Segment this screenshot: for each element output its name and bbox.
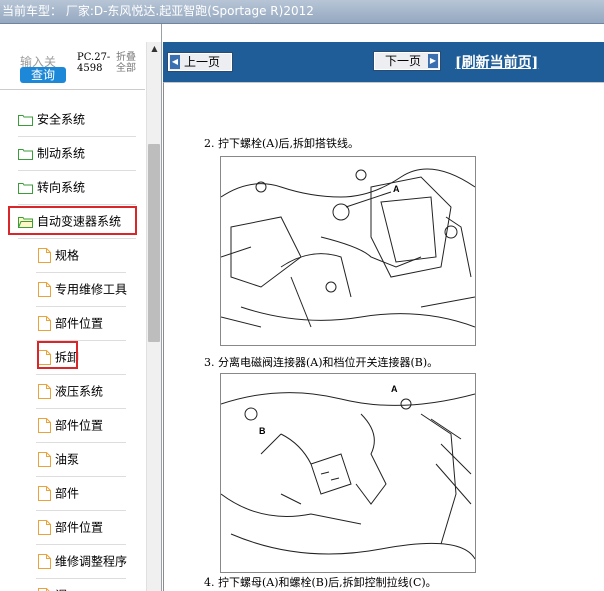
folder-icon <box>18 114 33 126</box>
tree-separator <box>36 306 126 307</box>
tree-doc-item[interactable]: 部件位置 <box>38 312 103 334</box>
arrow-left-icon: ◀ <box>170 55 180 69</box>
tree-separator <box>18 204 136 205</box>
tree-item-label: 制动系统 <box>37 146 86 161</box>
document-icon <box>38 316 51 331</box>
code-text: PC.27- 4598 <box>77 52 110 74</box>
document-icon <box>38 486 51 501</box>
scroll-up-icon[interactable]: ▲ <box>147 42 161 56</box>
step-3-text: 3. 分离电磁阀连接器(A)和档位开关连接器(B)。 <box>204 356 439 369</box>
figure-2-label-b: B <box>259 426 266 436</box>
fold-line-1: 折叠 <box>116 52 136 63</box>
step-4-text: 4. 拧下螺母(A)和螺栓(B)后,拆卸控制拉线(C)。 <box>204 576 437 589</box>
tree-doc-item[interactable]: 部件 <box>38 482 79 504</box>
folder-icon <box>18 148 33 160</box>
tree-separator <box>18 238 136 239</box>
figure-ground-wire: A <box>220 156 476 346</box>
search-button[interactable]: 查询 <box>20 67 66 83</box>
tree-doc-item[interactable]: 维修调整程序 <box>38 550 127 572</box>
document-icon <box>38 452 51 467</box>
search-area: 输入关 查询 PC.27- 4598 折叠 全部 <box>0 24 145 90</box>
arrow-right-icon: ▶ <box>428 54 438 68</box>
window-title: 当前车型： 厂家:D-东风悦达.起亚智跑(Sportage R)2012 <box>0 0 604 24</box>
tree-separator <box>36 476 126 477</box>
fold-line-2: 全部 <box>116 63 136 74</box>
refresh-page-link[interactable]: [刷新当前页] <box>455 52 538 72</box>
tree-item-label: 部件 <box>55 486 80 501</box>
figure-2-label-a: A <box>391 384 398 394</box>
document-icon <box>38 418 51 433</box>
tree-separator <box>36 510 126 511</box>
figure-ground-wire-drawing: A <box>220 168 476 328</box>
scroll-thumb[interactable] <box>148 144 160 342</box>
prev-page-label: 上一页 <box>184 55 221 69</box>
tree-item-label: 油泵 <box>55 452 80 467</box>
next-page-label: 下一页 <box>385 54 422 68</box>
tree-scrollbar[interactable]: ▲ <box>146 42 161 591</box>
tree-separator <box>36 442 126 443</box>
tree-item-label: 规格 <box>55 248 80 263</box>
tree-item-label: 安全系统 <box>37 112 86 127</box>
tree-item-label: 专用维修工具 <box>55 282 128 297</box>
document-icon <box>38 384 51 399</box>
tree-item-label: 转向系统 <box>37 180 86 195</box>
code-line-2: 4598 <box>77 63 103 74</box>
tree-folder-item[interactable]: 安全系统 <box>18 108 85 130</box>
tree-item-label: 部件位置 <box>55 418 104 433</box>
highlight-box-transmission <box>8 206 137 235</box>
tree-doc-item[interactable]: 规格 <box>38 244 79 266</box>
prev-page-button[interactable]: ◀ 上一页 <box>167 52 233 72</box>
document-icon <box>38 520 51 535</box>
figure-1-label-a: A <box>393 184 400 194</box>
tree-item-label: 部件位置 <box>55 520 104 535</box>
tree-item-label: 维修调整程序 <box>55 554 128 569</box>
code-line-1: PC.27- <box>77 52 111 63</box>
tree-doc-item[interactable]: 油泵 <box>38 448 79 470</box>
document-icon <box>38 248 51 263</box>
document-icon <box>38 554 51 569</box>
tree-doc-item[interactable]: 专用维修工具 <box>38 278 127 300</box>
tree-folder-item[interactable]: 制动系统 <box>18 142 85 164</box>
tree-separator <box>36 578 126 579</box>
figure-connectors: A B <box>220 373 476 573</box>
tree-item-label: 液压系统 <box>55 384 104 399</box>
tree-separator <box>36 272 126 273</box>
tree-separator <box>36 374 126 375</box>
tree-doc-item[interactable]: 部件位置 <box>38 414 103 436</box>
highlight-box-removal <box>37 341 78 369</box>
document-content: 2. 拧下螺栓(A)后,拆卸搭铁线。 A 3. 分离电磁阀连接器(A)和档位开关… <box>163 82 604 591</box>
tree-separator <box>36 544 126 545</box>
step-2-text: 2. 拧下螺栓(A)后,拆卸搭铁线。 <box>204 137 360 150</box>
tree-separator <box>36 408 126 409</box>
folder-icon <box>18 182 33 194</box>
tree-doc-item[interactable]: 部件位置 <box>38 516 103 538</box>
tree-doc-item[interactable]: 调... <box>38 584 78 591</box>
tree-separator <box>18 170 136 171</box>
figure-connectors-drawing: A B <box>220 384 476 560</box>
next-page-button[interactable]: 下一页 ▶ <box>373 51 441 71</box>
tree-folder-item[interactable]: 转向系统 <box>18 176 85 198</box>
document-icon <box>38 282 51 297</box>
fold-all-button[interactable]: 折叠 全部 <box>116 52 136 74</box>
left-panel: 输入关 查询 PC.27- 4598 折叠 全部 ▲ 安全系统 制动系统 转向系统自… <box>0 24 162 591</box>
tree-item-label: 部件位置 <box>55 316 104 331</box>
tree-separator <box>18 136 136 137</box>
tree-doc-item[interactable]: 液压系统 <box>38 380 103 402</box>
